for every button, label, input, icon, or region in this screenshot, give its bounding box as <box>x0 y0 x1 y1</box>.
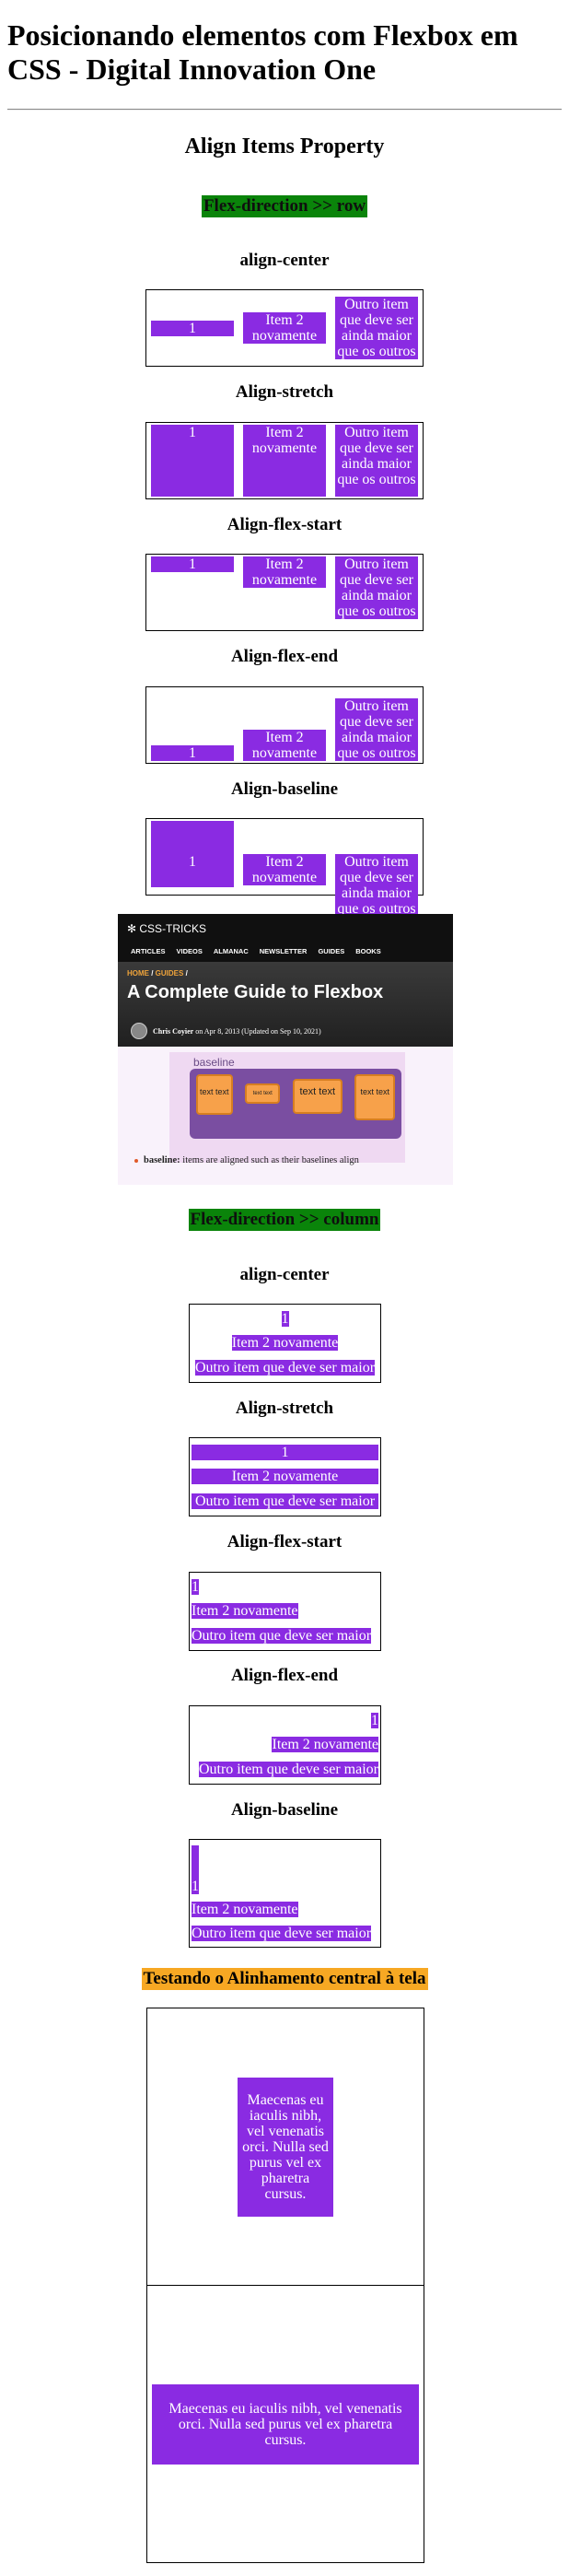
flex-item-2: Item 2 novamente <box>231 1335 339 1352</box>
nav-item: ARTICLES <box>131 947 166 955</box>
flex-item-2: Item 2 novamente <box>243 556 326 588</box>
flex-item-3: Outro item que deve ser maior <box>198 1762 378 1778</box>
row-case-title: Align-baseline <box>230 779 339 799</box>
column-align-stretch-container: 1 Item 2 novamente Outro item que deve s… <box>189 1437 381 1516</box>
crumb-home: HOME <box>127 969 149 978</box>
flex-item-1: 1 <box>151 745 234 761</box>
bullet-icon <box>134 1158 138 1163</box>
column-case-title: Align-flex-end <box>230 1666 339 1685</box>
flex-item-1: 1 <box>192 1845 199 1895</box>
row-case-title: align-center <box>239 251 330 270</box>
row-align-flex-end-container: 1 Item 2 novamente Outro item que deve s… <box>145 686 424 764</box>
row-align-stretch-container: 1 Item 2 novamente Outro item que deve s… <box>145 422 424 499</box>
flex-item-1: 1 <box>192 1578 199 1595</box>
crumb-guides: GUIDES <box>155 969 184 978</box>
flex-item-3: Outro item que deve ser maior <box>192 1628 372 1645</box>
nav-item: BOOKS <box>355 947 381 955</box>
row-direction-tag: Flex-direction >> row <box>201 195 368 217</box>
demo-box: text text <box>245 1083 281 1104</box>
demo-box: text text <box>354 1074 396 1120</box>
column-case-title: Align-baseline <box>230 1800 339 1820</box>
flex-item-3: Outro item que deve ser maior <box>192 1493 378 1510</box>
flex-item-2: Item 2 novamente <box>192 1603 298 1620</box>
column-align-center-container: 1 Item 2 novamente Outro item que deve s… <box>189 1304 381 1383</box>
column-align-flex-start-container: 1 Item 2 novamente Outro item que deve s… <box>189 1572 381 1651</box>
flex-item-2: Item 2 novamente <box>192 1902 298 1918</box>
flex-item-1: 1 <box>151 821 234 887</box>
flex-item-3: Outro item que deve ser ainda maior que … <box>335 297 418 359</box>
demo-box: text text <box>195 1074 233 1115</box>
baseline-note: baseline: items are aligned such as thei… <box>134 1155 359 1165</box>
column-case-title: Align-flex-start <box>226 1532 343 1551</box>
flex-item-2: Item 2 novamente <box>243 425 326 497</box>
nav-item: VIDEOS <box>176 947 203 955</box>
center-box-vertical: Maecenas eu iaculis nibh, vel venenatis … <box>146 2008 424 2286</box>
divider <box>7 109 562 111</box>
flex-item-3: Outro item que deve ser ainda maior que … <box>335 854 418 917</box>
nav-item: GUIDES <box>318 947 345 955</box>
row-case-title: Align-flex-start <box>226 515 343 534</box>
row-case-title: Align-stretch <box>235 382 334 402</box>
flex-item-2: Item 2 novamente <box>243 854 326 885</box>
row-align-center-container: 1 Item 2 novamente Outro item que deve s… <box>145 289 424 367</box>
flex-item-1: 1 <box>151 425 234 497</box>
flex-item-1: 1 <box>371 1712 378 1728</box>
flex-item-3: Outro item que deve ser ainda maior que … <box>335 556 418 619</box>
css-tricks-screenshot: ✻ CSS-TRICKS ARTICLES VIDEOS ALMANAC NEW… <box>118 914 453 1185</box>
flex-item-2: Item 2 novamente <box>192 1469 378 1485</box>
css-tricks-logo: ✻ CSS-TRICKS <box>127 922 207 935</box>
flex-item-1: 1 <box>151 556 234 572</box>
flex-item-2: Item 2 novamente <box>243 312 326 344</box>
page-title: Posicionando elementos com Flexbox em CS… <box>7 18 518 86</box>
demo-box: text text <box>292 1079 343 1114</box>
flex-item-1: 1 <box>281 1310 289 1327</box>
column-case-title: Align-stretch <box>235 1399 334 1418</box>
nav-item: ALMANAC <box>213 947 249 955</box>
screenshot-nav: ARTICLES VIDEOS ALMANAC NEWSLETTER GUIDE… <box>131 947 381 955</box>
guide-title: A Complete Guide to Flexbox <box>127 982 384 1002</box>
column-direction-tag: Flex-direction >> column <box>188 1209 381 1231</box>
flex-item-3: Outro item que deve ser ainda maior que … <box>335 698 418 761</box>
column-align-flex-end-container: 1 Item 2 novamente Outro item que deve s… <box>189 1705 381 1785</box>
baseline-demo: text text text text text text text text <box>190 1069 401 1139</box>
guide-author: Chris Coyier on Apr 8, 2013 (Updated on … <box>131 1023 321 1039</box>
flex-item-3: Outro item que deve ser ainda maior que … <box>335 425 418 497</box>
avatar <box>131 1023 147 1039</box>
column-tag-wrap: Flex-direction >> column <box>0 1209 569 1231</box>
flex-item-3: Outro item que deve ser maior <box>194 1360 376 1376</box>
demo-label: baseline <box>193 1056 235 1069</box>
row-align-baseline-container: 1 Item 2 novamente Outro item que deve s… <box>145 818 424 917</box>
row-tag-wrap: Flex-direction >> row <box>0 195 569 217</box>
centered-item: Maecenas eu iaculis nibh, vel venenatis … <box>238 2077 333 2217</box>
flex-item-3: Outro item que deve ser maior <box>192 1925 372 1941</box>
flex-item-2: Item 2 novamente <box>272 1737 378 1753</box>
author-date: on Apr 8, 2013 (Updated on Sep 10, 2021) <box>193 1026 321 1036</box>
centering-tag: Testando o Alinhamento central à tela <box>141 1968 428 1990</box>
flex-item-2: Item 2 novamente <box>243 730 326 761</box>
section-heading: Align Items Property <box>184 135 385 158</box>
center-box-horizontal: Maecenas eu iaculis nibh, vel venenatis … <box>146 2285 424 2563</box>
flex-item-1: 1 <box>192 1444 378 1460</box>
centered-item: Maecenas eu iaculis nibh, vel venenatis … <box>152 2383 419 2465</box>
column-align-baseline-container: 1 Item 2 novamente Outro item que deve s… <box>189 1839 381 1948</box>
note-text: items are aligned such as their baseline… <box>180 1155 359 1165</box>
nav-item: NEWSLETTER <box>259 947 308 955</box>
column-case-title: align-center <box>239 1265 330 1284</box>
flex-item-1: 1 <box>151 320 234 336</box>
screenshot-breadcrumb: HOME / GUIDES / <box>127 969 188 978</box>
author-name: Chris Coyier <box>153 1026 194 1036</box>
note-term: baseline: <box>144 1155 180 1165</box>
centering-tag-wrap: Testando o Alinhamento central à tela <box>0 1968 569 1990</box>
row-align-flex-start-container: 1 Item 2 novamente Outro item que deve s… <box>145 554 424 631</box>
row-case-title: Align-flex-end <box>230 647 339 666</box>
